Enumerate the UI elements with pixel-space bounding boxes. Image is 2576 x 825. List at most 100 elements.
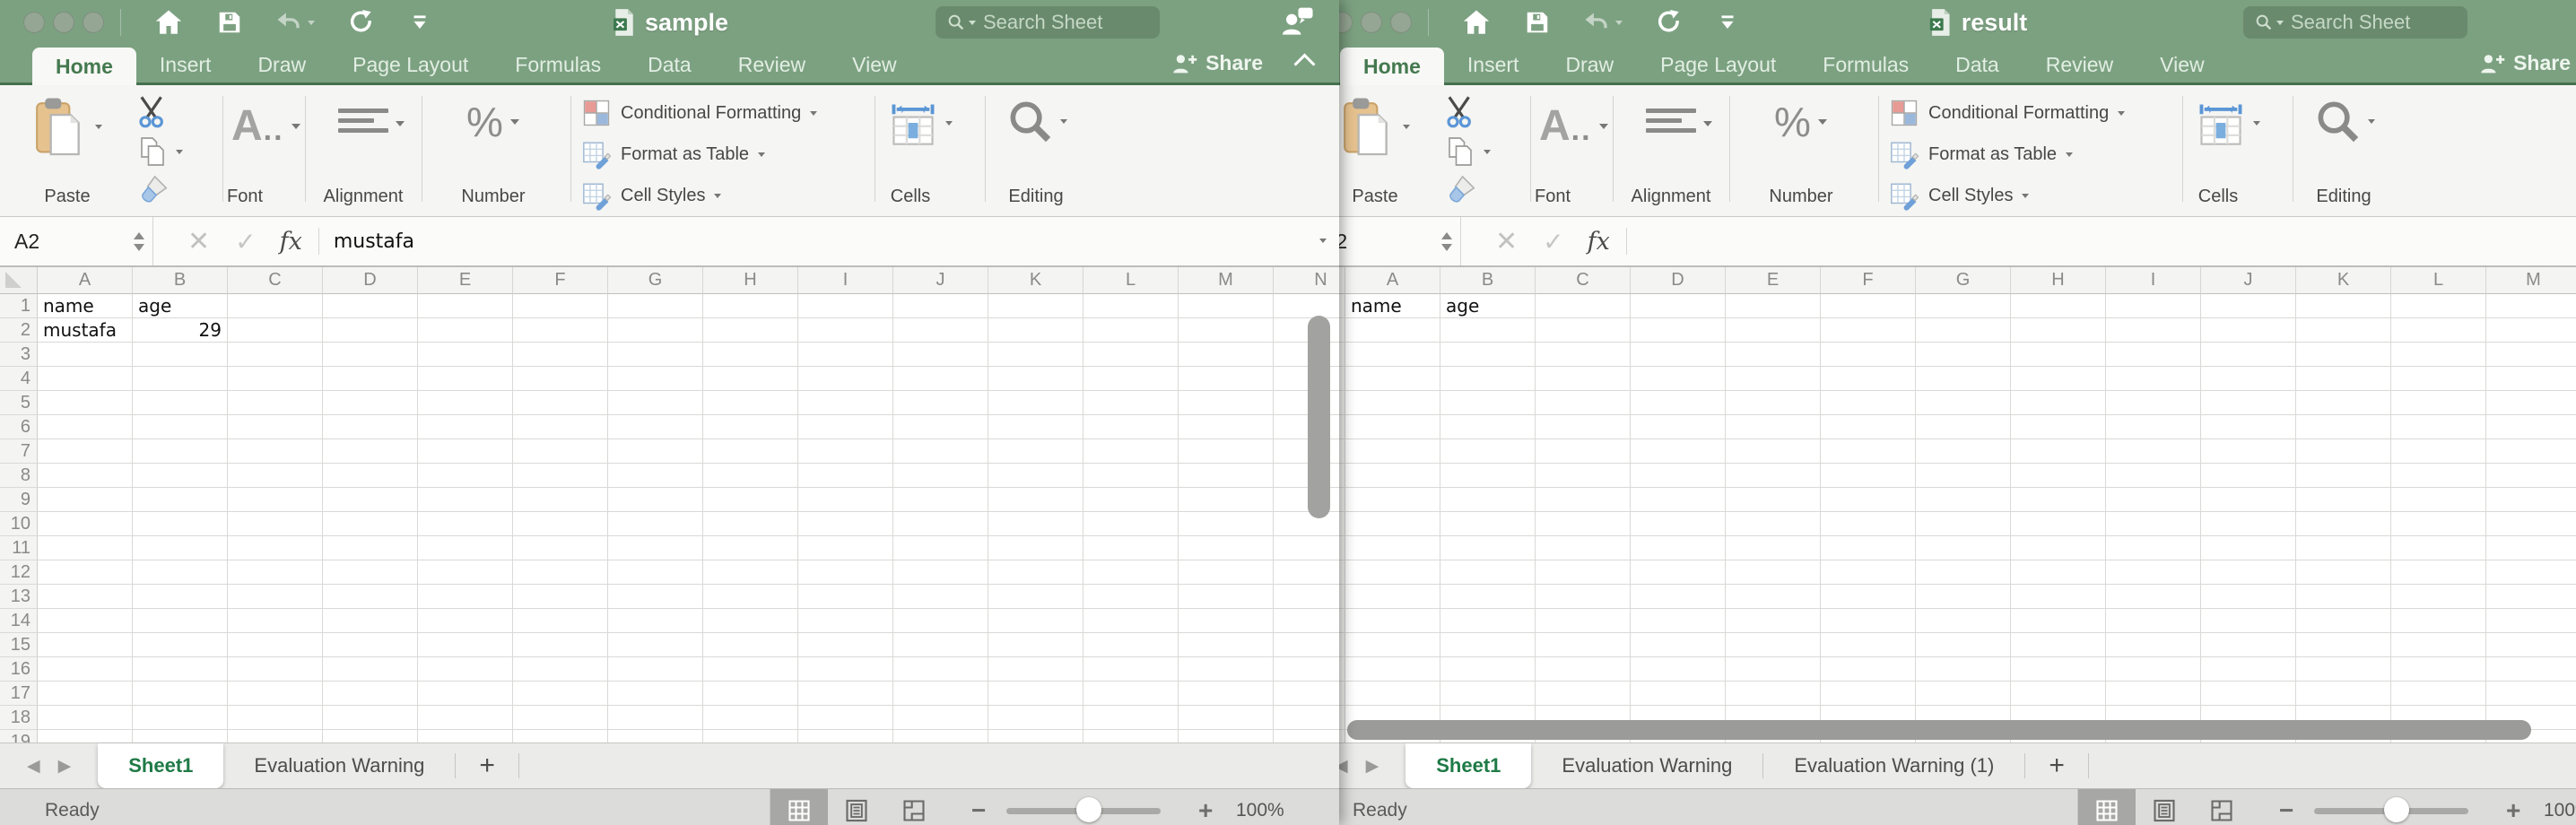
cell-E17[interactable] [1726, 682, 1821, 706]
cell-L18[interactable] [1083, 706, 1179, 730]
row-header-11[interactable]: 11 [0, 536, 38, 560]
cell-L14[interactable] [1083, 609, 1179, 633]
cell-G16[interactable] [1916, 657, 2011, 682]
select-all-corner[interactable] [0, 267, 38, 294]
font-button[interactable]: A.. [231, 105, 300, 148]
format-painter-button[interactable] [136, 173, 170, 213]
sheet-tab-evaluation-warning[interactable]: Evaluation Warning [1531, 743, 1762, 788]
cell-I7[interactable] [798, 439, 893, 464]
cell-C17[interactable] [228, 682, 323, 706]
cell-F14[interactable] [1821, 609, 1916, 633]
cell-K13[interactable] [2296, 585, 2391, 609]
number-button[interactable]: % [1774, 101, 1827, 143]
cell-G13[interactable] [1916, 585, 2011, 609]
row-header-8[interactable]: 8 [0, 464, 38, 488]
cell-C13[interactable] [228, 585, 323, 609]
cell-N10[interactable] [1274, 512, 1339, 536]
cell-K14[interactable] [2296, 609, 2391, 633]
cell-M4[interactable] [1179, 367, 1274, 391]
cell-I8[interactable] [798, 464, 893, 488]
cell-L6[interactable] [2391, 415, 2486, 439]
cell-G18[interactable] [608, 706, 703, 730]
cell-I4[interactable] [2106, 367, 2201, 391]
cell-H5[interactable] [703, 391, 798, 415]
cell-J6[interactable] [893, 415, 988, 439]
cell-A12[interactable] [1345, 560, 1440, 585]
cell-B18[interactable] [133, 706, 228, 730]
cell-A14[interactable] [1345, 609, 1440, 633]
cell-I16[interactable] [798, 657, 893, 682]
tab-view[interactable]: View [829, 48, 919, 82]
zoom-out-button[interactable]: − [971, 796, 986, 825]
zoom-in-button[interactable]: + [2506, 796, 2520, 825]
cell-K5[interactable] [2296, 391, 2391, 415]
cell-B17[interactable] [1440, 682, 1536, 706]
cell-B5[interactable] [1440, 391, 1536, 415]
cell-C12[interactable] [228, 560, 323, 585]
cell-H17[interactable] [703, 682, 798, 706]
cell-D5[interactable] [323, 391, 418, 415]
cell-C3[interactable] [1536, 343, 1631, 367]
cell-L16[interactable] [1083, 657, 1179, 682]
cell-K8[interactable] [988, 464, 1083, 488]
cell-D7[interactable] [1631, 439, 1726, 464]
cell-J4[interactable] [893, 367, 988, 391]
cut-button[interactable] [136, 94, 172, 135]
cell-B16[interactable] [1440, 657, 1536, 682]
cell-I3[interactable] [798, 343, 893, 367]
cell-B12[interactable] [1440, 560, 1536, 585]
cell-M17[interactable] [2486, 682, 2576, 706]
tab-review[interactable]: Review [715, 48, 829, 82]
cell-K15[interactable] [988, 633, 1083, 657]
cell-D5[interactable] [1631, 391, 1726, 415]
cell-E13[interactable] [418, 585, 513, 609]
cell-K8[interactable] [2296, 464, 2391, 488]
copy-button[interactable] [136, 135, 183, 168]
cell-E10[interactable] [418, 512, 513, 536]
cell-K18[interactable] [988, 706, 1083, 730]
toolbar-options-icon[interactable] [1716, 11, 1739, 34]
column-header-A[interactable]: A [38, 267, 133, 294]
format-as-table-button[interactable]: Format as Table [581, 139, 765, 169]
cell-A2[interactable] [1345, 318, 1440, 343]
cell-F12[interactable] [513, 560, 608, 585]
view-page-break-button[interactable] [2193, 789, 2250, 825]
cell-B11[interactable] [1440, 536, 1536, 560]
cell-K11[interactable] [2296, 536, 2391, 560]
cell-H9[interactable] [2011, 488, 2106, 512]
cell-L5[interactable] [2391, 391, 2486, 415]
cell-L6[interactable] [1083, 415, 1179, 439]
cell-N12[interactable] [1274, 560, 1339, 585]
cell-J12[interactable] [2201, 560, 2296, 585]
column-header-G[interactable]: G [608, 267, 703, 294]
cell-F6[interactable] [1821, 415, 1916, 439]
cell-E3[interactable] [1726, 343, 1821, 367]
cell-I9[interactable] [2106, 488, 2201, 512]
cell-L15[interactable] [2391, 633, 2486, 657]
tab-home[interactable]: Home [1340, 48, 1444, 85]
cell-E9[interactable] [418, 488, 513, 512]
cell-A10[interactable] [38, 512, 133, 536]
copy-button[interactable] [1444, 135, 1491, 168]
cell-M5[interactable] [1179, 391, 1274, 415]
cell-L15[interactable] [1083, 633, 1179, 657]
cell-H2[interactable] [703, 318, 798, 343]
tab-page-layout[interactable]: Page Layout [1637, 48, 1799, 82]
cell-D15[interactable] [323, 633, 418, 657]
cell-I13[interactable] [2106, 585, 2201, 609]
cell-M7[interactable] [2486, 439, 2576, 464]
cell-H1[interactable] [2011, 294, 2106, 318]
cell-K9[interactable] [2296, 488, 2391, 512]
cell-E8[interactable] [1726, 464, 1821, 488]
cell-D8[interactable] [323, 464, 418, 488]
cell-N11[interactable] [1274, 536, 1339, 560]
row-header-13[interactable]: 13 [0, 585, 38, 609]
row-header-14[interactable]: 14 [0, 609, 38, 633]
cell-G9[interactable] [608, 488, 703, 512]
cell-G8[interactable] [608, 464, 703, 488]
cell-styles-button[interactable]: Cell Styles [1889, 180, 2029, 211]
cell-E11[interactable] [418, 536, 513, 560]
cell-B3[interactable] [1440, 343, 1536, 367]
zoom-out-button[interactable]: − [2279, 796, 2293, 825]
cell-L1[interactable] [2391, 294, 2486, 318]
